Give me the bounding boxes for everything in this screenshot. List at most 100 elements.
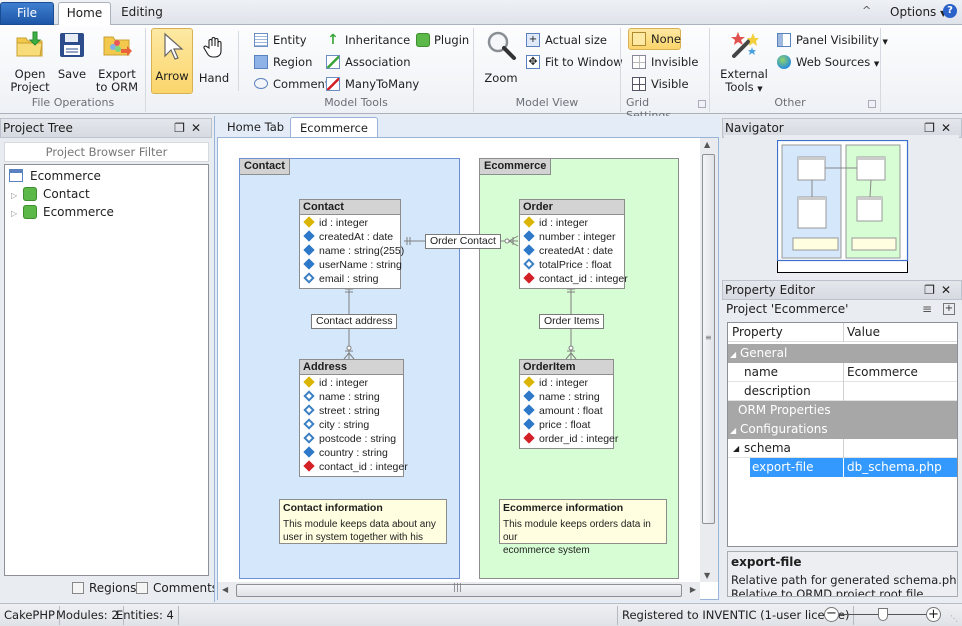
entity-field[interactable]: street : string — [300, 404, 403, 418]
entity-order[interactable]: Order id : integer number : integer create… — [519, 199, 628, 289]
property-value[interactable]: db_schema.php — [847, 458, 942, 477]
arrow-tool-button[interactable]: Arrow — [151, 28, 193, 94]
association-tool-button[interactable]: Association — [326, 52, 410, 72]
expand-icon[interactable]: ▷ — [11, 205, 21, 223]
comment-ecommerce-information[interactable]: Ecommerce information This module keeps … — [499, 499, 667, 556]
tab-editing[interactable]: Editing — [116, 2, 168, 25]
entity-field[interactable]: totalPrice : float — [520, 258, 624, 272]
plugin-tool-button[interactable]: Plugin — [416, 30, 469, 50]
close-panel-icon[interactable]: ✕ — [941, 283, 957, 297]
entity-field[interactable]: createdAt : date — [520, 244, 624, 258]
inheritance-tool-button[interactable]: ↑ Inheritance — [326, 30, 410, 50]
regions-checkbox[interactable]: Regions — [72, 581, 136, 595]
navigator-minimap[interactable] — [777, 140, 909, 280]
doc-tab-ecommerce[interactable]: Ecommerce — [290, 117, 378, 137]
entity-field[interactable]: contact_id : integer — [520, 272, 628, 286]
tree-item-ecommerce[interactable]: ▷ Ecommerce — [11, 203, 114, 221]
grid-invisible-button[interactable]: Invisible — [632, 52, 698, 72]
doc-tab-home[interactable]: Home Tab — [218, 117, 293, 137]
scroll-down-icon[interactable]: ▼ — [704, 571, 710, 580]
property-row-export-file[interactable]: export-file db_schema.php — [728, 458, 957, 477]
entity-field[interactable]: order_id : integer — [520, 432, 618, 446]
scroll-up-icon[interactable]: ▲ — [704, 140, 710, 149]
entity-field[interactable]: postcode : string — [300, 432, 403, 446]
web-sources-button[interactable]: Web Sources ▼ — [777, 52, 879, 72]
entity-field[interactable]: id : integer — [520, 216, 624, 230]
grid-none-button[interactable]: None — [628, 28, 681, 50]
horizontal-scroll-thumb[interactable]: ||| — [236, 583, 682, 597]
entity-field[interactable]: createdAt : date — [300, 230, 400, 244]
other-launcher-icon[interactable] — [868, 100, 876, 108]
entity-field[interactable]: id : integer — [300, 216, 400, 230]
scroll-left-icon[interactable]: ◀ — [222, 585, 228, 594]
entity-field[interactable]: id : integer — [300, 376, 403, 390]
external-tools-button[interactable]: External Tools ▼ — [718, 29, 770, 96]
comment-contact-information[interactable]: Contact information This module keeps da… — [279, 499, 447, 544]
zoom-out-icon[interactable]: − — [824, 607, 839, 622]
expand-all-icon[interactable]: + — [943, 303, 955, 315]
category-configurations[interactable]: ◢ Configurations — [728, 420, 957, 439]
entity-orderitem[interactable]: OrderItem id : integer name : string amoun… — [519, 359, 618, 449]
panel-visibility-button[interactable]: Panel Visibility ▼ — [777, 30, 888, 50]
sort-alphabetical-icon[interactable]: ≡ — [922, 302, 932, 316]
property-row-schema[interactable]: ◢ schema — [728, 439, 957, 458]
grid-settings-launcher-icon[interactable] — [698, 100, 706, 108]
tree-item-root[interactable]: Ecommerce — [9, 167, 101, 185]
vertical-scroll-thumb[interactable]: ≡ — [702, 154, 715, 524]
entity-field[interactable]: name : string(255) — [300, 244, 404, 258]
actual-size-button[interactable]: + Actual size — [526, 30, 607, 50]
entity-contact[interactable]: Contact id : integer createdAt : date name… — [299, 199, 404, 289]
many-to-many-tool-button[interactable]: ManyToMany — [326, 74, 419, 94]
float-panel-icon[interactable]: ❐ — [924, 121, 941, 135]
tab-home[interactable]: Home — [58, 2, 111, 26]
property-value[interactable]: Ecommerce — [847, 363, 918, 382]
entity-field[interactable]: city : string — [300, 418, 403, 432]
help-icon[interactable]: ? — [943, 4, 957, 18]
zoom-button[interactable]: Zoom — [483, 29, 519, 85]
tree-item-contact[interactable]: ▷ Contact — [11, 185, 90, 203]
collapse-ribbon-icon[interactable]: ^ — [862, 4, 871, 17]
entity-field[interactable]: userName : string — [300, 258, 402, 272]
relation-label-contact-address[interactable]: Contact address — [311, 314, 398, 329]
entity-field[interactable]: id : integer — [520, 376, 613, 390]
tab-file[interactable]: File — [0, 2, 54, 25]
close-panel-icon[interactable]: ✕ — [941, 121, 957, 135]
horizontal-scrollbar[interactable]: ◀ ||| ▶ — [218, 582, 700, 600]
relation-label-order-items[interactable]: Order Items — [539, 314, 605, 329]
close-panel-icon[interactable]: ✕ — [191, 121, 207, 135]
zoom-slider-thumb[interactable] — [878, 608, 888, 621]
options-menu[interactable]: Options ▼ — [890, 5, 946, 19]
entity-field[interactable]: country : string — [300, 446, 403, 460]
comments-checkbox[interactable]: Comments — [136, 581, 218, 595]
region-tool-button[interactable]: Region — [254, 52, 312, 72]
entity-tool-button[interactable]: Entity — [254, 30, 307, 50]
relation-label-order-contact[interactable]: Order Contact — [425, 234, 501, 249]
grid-visible-button[interactable]: Visible — [632, 74, 689, 94]
entity-field[interactable]: name : string — [300, 390, 403, 404]
export-to-orm-button[interactable]: Export to ORM — [94, 29, 140, 94]
hand-tool-button[interactable]: Hand — [198, 29, 230, 85]
entity-field[interactable]: amount : float — [520, 404, 613, 418]
entity-field[interactable]: number : integer — [520, 230, 624, 244]
open-project-button[interactable]: Open Project — [8, 29, 52, 94]
entity-field[interactable]: price : float — [520, 418, 613, 432]
comment-tool-button[interactable]: Comment — [254, 74, 329, 94]
save-button[interactable]: Save — [56, 29, 88, 81]
collapse-icon[interactable]: ◢ — [733, 439, 739, 458]
property-row-description[interactable]: description — [728, 382, 957, 401]
entity-field[interactable]: contact_id : integer — [300, 460, 408, 474]
checkbox-box[interactable] — [72, 581, 84, 594]
scroll-right-icon[interactable]: ▶ — [690, 585, 696, 594]
category-orm-properties[interactable]: ORM Properties — [728, 401, 957, 420]
entity-address[interactable]: Address id : integer name : string street … — [299, 359, 408, 477]
project-browser-filter-input[interactable]: Project Browser Filter — [4, 142, 209, 162]
fit-to-window-button[interactable]: ✥ Fit to Window — [526, 52, 623, 72]
float-panel-icon[interactable]: ❐ — [174, 121, 191, 135]
float-panel-icon[interactable]: ❐ — [924, 283, 941, 297]
zoom-in-icon[interactable]: + — [926, 607, 941, 622]
property-row-name[interactable]: name Ecommerce — [728, 363, 957, 382]
entity-field[interactable]: email : string — [300, 272, 400, 286]
resize-grip-icon[interactable]: ⋱ — [950, 614, 958, 623]
entity-field[interactable]: name : string — [520, 390, 613, 404]
checkbox-box[interactable] — [136, 581, 148, 594]
